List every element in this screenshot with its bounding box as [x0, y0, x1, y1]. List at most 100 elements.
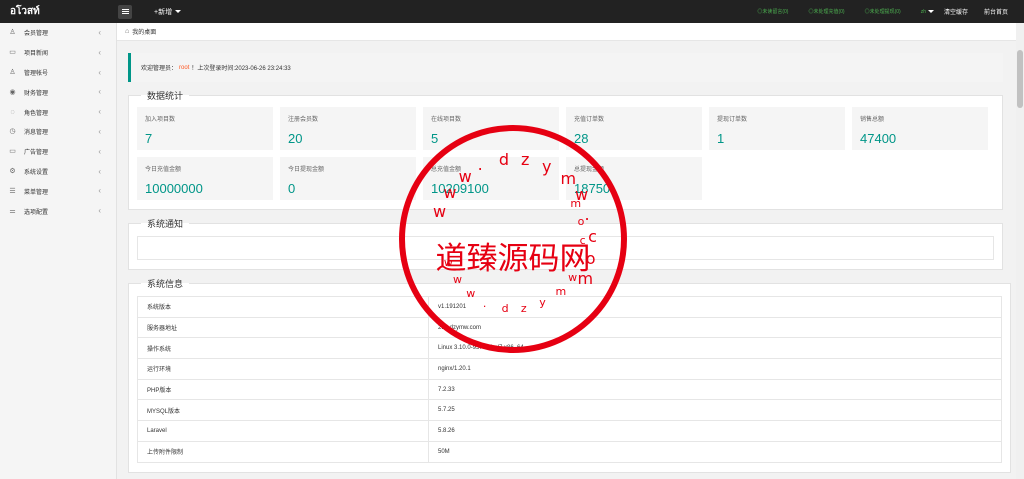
info-value: 218.dzymw.com	[428, 316, 1002, 339]
sidebar-item-messages[interactable]: ◷ 消息管理 ‹	[0, 122, 116, 142]
message-icon: ◷	[9, 128, 16, 136]
page-scrollbar[interactable]	[1016, 23, 1024, 479]
news-icon: ▭	[9, 49, 16, 57]
stat-value: 28	[574, 131, 589, 146]
sidebar-item-options[interactable]: ⚌ 选项配置 ‹	[0, 201, 116, 221]
stats-title: 数据统计	[147, 91, 184, 101]
info-value: Linux 3.10.0-957.1.3.el7.x86_64	[428, 337, 1002, 360]
chevron-left-icon: ‹	[98, 28, 101, 37]
table-row: MYSQL版本 5.7.25	[137, 399, 1002, 422]
sidebar: ♙ 会员管理 ‹ ▭ 项目新闻 ‹ ♙ 管理帐号 ‹ ◉ 财务管理 ‹ ◌ 角色管理 ‹ ◷ 消息管理…	[0, 23, 117, 479]
sysinfo-table: 系统版本 v1.191201 服务器地址 218.dzymw.com 操作系统 Lin…	[137, 296, 1002, 463]
stat-value: 18750	[574, 181, 611, 196]
sidebar-item-label: 财务管理	[24, 90, 49, 97]
sidebar-item-label: 角色管理	[24, 110, 49, 117]
sidebar-item-news[interactable]: ▭ 项目新闻 ‹	[0, 43, 116, 63]
language-select[interactable]: zh	[921, 9, 934, 15]
add-new-label: +新增	[154, 8, 173, 16]
stat-value: 20	[288, 131, 303, 146]
welcome-banner: 欢迎管理员： root ！上次登录时间:2023-06-26 23:24:33	[128, 53, 1003, 82]
tab-bar: ⌂ 我的桌面	[117, 23, 1024, 41]
ad-icon: ▭	[9, 148, 16, 156]
stat-card: 注册会员数 20	[280, 107, 416, 150]
sidebar-item-members[interactable]: ♙ 会员管理 ‹	[0, 23, 116, 43]
info-value: 7.2.33	[428, 378, 1002, 401]
sidebar-item-roles[interactable]: ◌ 角色管理 ‹	[0, 102, 116, 122]
info-value: 5.7.25	[428, 399, 1002, 422]
notice-panel: 系统通知	[128, 217, 1003, 270]
table-row: Laravel 5.8.26	[137, 420, 1002, 442]
stat-label: 总提现金额	[574, 167, 605, 173]
chevron-left-icon: ‹	[98, 107, 101, 117]
stat-card: 销售总额 47400	[852, 107, 988, 150]
info-value: v1.191201	[428, 296, 1002, 318]
pending-recharge-link[interactable]: ◎未处理充值(0)	[808, 8, 844, 15]
info-key: PHP版本	[137, 378, 429, 401]
stat-card: 总充值金额 10209100	[423, 157, 559, 200]
info-value: 50M	[428, 440, 1002, 463]
stats-panel: 数据统计 加入项目数 7 注册会员数 20 在线项目数 5 充值订单数 28 提现订单数…	[128, 89, 1003, 210]
table-row: 上传附件限制 50M	[137, 440, 1002, 463]
scrollbar-thumb[interactable]	[1017, 50, 1023, 108]
chevron-left-icon: ‹	[98, 126, 101, 136]
chevron-left-icon: ‹	[98, 166, 101, 176]
welcome-prefix: 欢迎管理员：	[141, 66, 178, 72]
sidebar-item-label: 会员管理	[24, 31, 49, 38]
stat-label: 总充值金额	[431, 167, 462, 173]
hamburger-icon	[121, 11, 129, 12]
table-row: 运行环境 nginx/1.20.1	[137, 358, 1002, 380]
chevron-left-icon: ‹	[98, 186, 101, 196]
sidebar-item-settings[interactable]: ⚙ 系统设置 ‹	[0, 162, 116, 182]
stat-value: 10000000	[145, 181, 203, 196]
role-icon: ◌	[10, 108, 15, 116]
chevron-left-icon: ‹	[98, 67, 101, 77]
stat-label: 今日提现金额	[288, 167, 325, 173]
app-logo[interactable]: อโวสท์	[0, 4, 117, 19]
pending-withdraw-link[interactable]: ◎未处理提现(0)	[865, 8, 901, 15]
stat-label: 加入项目数	[145, 117, 176, 123]
sidebar-item-ads[interactable]: ▭ 广告管理 ‹	[0, 142, 116, 162]
front-home-link[interactable]: 前台首页	[984, 7, 1008, 16]
table-row: PHP版本 7.2.33	[137, 378, 1002, 401]
language-label: zh	[920, 8, 926, 15]
sidebar-item-label: 项目新闻	[24, 51, 49, 58]
chevron-left-icon: ‹	[98, 206, 101, 216]
sysinfo-title: 系统信息	[147, 279, 184, 289]
stat-card: 提现订单数 1	[709, 107, 845, 150]
welcome-last-login: ！上次登录时间:2023-06-26 23:24:33	[191, 66, 291, 72]
info-value: nginx/1.20.1	[428, 358, 1002, 380]
sidebar-item-menus[interactable]: ☰ 菜单管理 ‹	[0, 181, 116, 201]
stat-card: 在线项目数 5	[423, 107, 559, 150]
stat-label: 注册会员数	[288, 117, 319, 123]
clear-cache-link[interactable]: 清空缓存	[944, 7, 968, 16]
notice-list	[137, 236, 994, 260]
chevron-left-icon: ‹	[98, 47, 101, 57]
stat-value: 7	[145, 131, 153, 146]
table-row: 系统版本 v1.191201	[137, 296, 1002, 318]
sidebar-toggle-button[interactable]	[118, 4, 132, 19]
tab-my-desktop[interactable]: 我的桌面	[132, 27, 156, 36]
sysinfo-panel: 系统信息 系统版本 v1.191201 服务器地址 218.dzymw.com 操作…	[128, 277, 1011, 473]
info-key: 服务器地址	[137, 316, 429, 339]
finance-icon: ◉	[9, 88, 16, 96]
add-new-dropdown[interactable]: +新增	[154, 7, 182, 17]
info-key: 上传附件限制	[137, 440, 429, 463]
user-icon: ♙	[9, 29, 16, 37]
sidebar-item-label: 菜单管理	[24, 189, 49, 196]
info-key: 运行环境	[137, 358, 429, 380]
table-row: 操作系统 Linux 3.10.0-957.1.3.el7.x86_64	[137, 337, 1002, 360]
sidebar-item-label: 选项配置	[24, 209, 49, 216]
sidebar-item-label: 系统设置	[24, 169, 49, 176]
welcome-user: root	[179, 64, 190, 71]
stat-value: 10209100	[431, 181, 489, 196]
main-area: ⌂ 我的桌面 欢迎管理员： root ！上次登录时间:2023-06-26 23…	[117, 23, 1024, 479]
unread-messages-link[interactable]: ◎未读留言(0)	[757, 8, 788, 15]
stat-value: 47400	[860, 131, 897, 146]
sidebar-item-admins[interactable]: ♙ 管理帐号 ‹	[0, 63, 116, 83]
stat-label: 销售总额	[860, 117, 885, 123]
admin-icon: ♙	[9, 68, 16, 76]
sidebar-item-finance[interactable]: ◉ 财务管理 ‹	[0, 82, 116, 102]
settings-icon: ⚙	[9, 167, 16, 175]
sidebar-item-label: 广告管理	[24, 150, 49, 157]
sidebar-item-label: 管理帐号	[24, 70, 49, 77]
